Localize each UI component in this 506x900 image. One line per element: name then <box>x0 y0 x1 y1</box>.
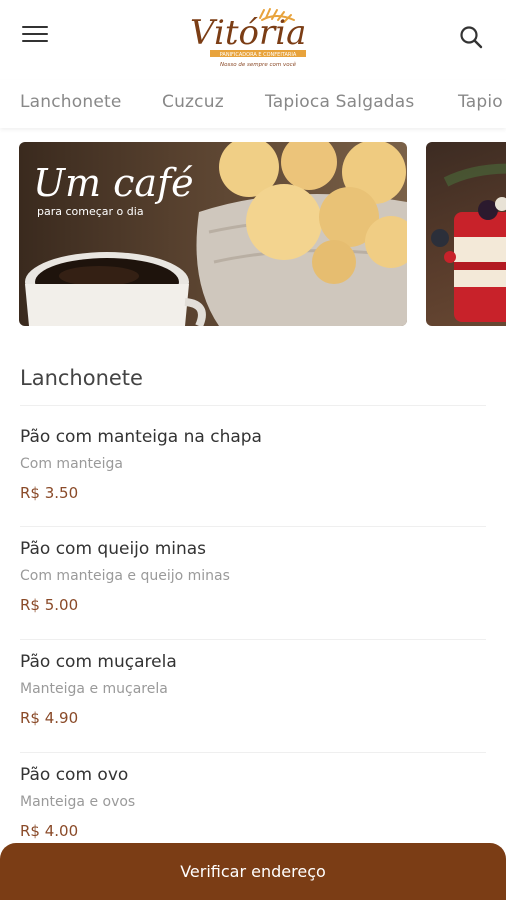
item-description: Com manteiga e queijo minas <box>20 568 230 584</box>
logo-title: Vitória <box>190 13 306 53</box>
menu-item[interactable]: Pão com queijo minas Com manteiga e quei… <box>20 539 486 614</box>
item-description: Manteiga e ovos <box>20 794 136 810</box>
divider <box>20 405 486 406</box>
tab-cuzcuz[interactable]: Cuzcuz <box>162 92 224 112</box>
tab-tapioca-salgadas[interactable]: Tapioca Salgadas <box>265 92 414 112</box>
banner-cafe-image: Um café para começar o dia <box>25 142 407 326</box>
verify-address-button[interactable]: Verificar endereço <box>0 843 506 900</box>
divider <box>20 639 486 640</box>
menu-icon[interactable] <box>22 26 48 46</box>
section-title: Lanchonete <box>20 366 143 390</box>
logo-tagline: PANIFICADORA E CONFEITARIA <box>220 52 297 58</box>
item-price: R$ 4.90 <box>20 709 79 727</box>
banner-cafe[interactable]: Um café para começar o dia <box>19 142 407 326</box>
item-price: R$ 3.50 <box>20 484 79 502</box>
menu-item[interactable]: Pão com manteiga na chapa Com manteiga R… <box>20 427 486 502</box>
app-header: Vitória PANIFICADORA E CONFEITARIA Nosso… <box>0 0 506 80</box>
item-price: R$ 4.00 <box>20 822 79 840</box>
divider <box>20 526 486 527</box>
search-icon[interactable] <box>458 24 484 50</box>
banner-cake[interactable] <box>426 142 506 326</box>
item-description: Manteiga e muçarela <box>20 681 168 697</box>
tab-tapioca-doces[interactable]: Tapio <box>458 92 503 112</box>
item-description: Com manteiga <box>20 456 123 472</box>
item-name: Pão com queijo minas <box>20 539 207 559</box>
banner-headline: Um café <box>33 161 194 205</box>
verify-address-label: Verificar endereço <box>180 862 326 881</box>
item-name: Pão com ovo <box>20 765 129 785</box>
item-name: Pão com manteiga na chapa <box>20 427 262 447</box>
item-price: R$ 5.00 <box>20 596 79 614</box>
category-tabs: Lanchonete Cuzcuz Tapioca Salgadas Tapio <box>0 80 506 128</box>
logo-slogan: Nosso de sempre com você <box>220 61 297 68</box>
divider <box>20 752 486 753</box>
menu-item[interactable]: Pão com muçarela Manteiga e muçarela R$ … <box>20 652 486 727</box>
promo-carousel: Um café para começar o dia <box>0 142 506 328</box>
item-name: Pão com muçarela <box>20 652 177 672</box>
banner-subline: para começar o dia <box>37 205 144 218</box>
banner-cake-image <box>431 163 506 322</box>
brand-logo[interactable]: Vitória PANIFICADORA E CONFEITARIA Nosso… <box>186 4 322 72</box>
tab-lanchonete[interactable]: Lanchonete <box>20 92 122 112</box>
menu-item[interactable]: Pão com ovo Manteiga e ovos R$ 4.00 <box>20 765 486 840</box>
